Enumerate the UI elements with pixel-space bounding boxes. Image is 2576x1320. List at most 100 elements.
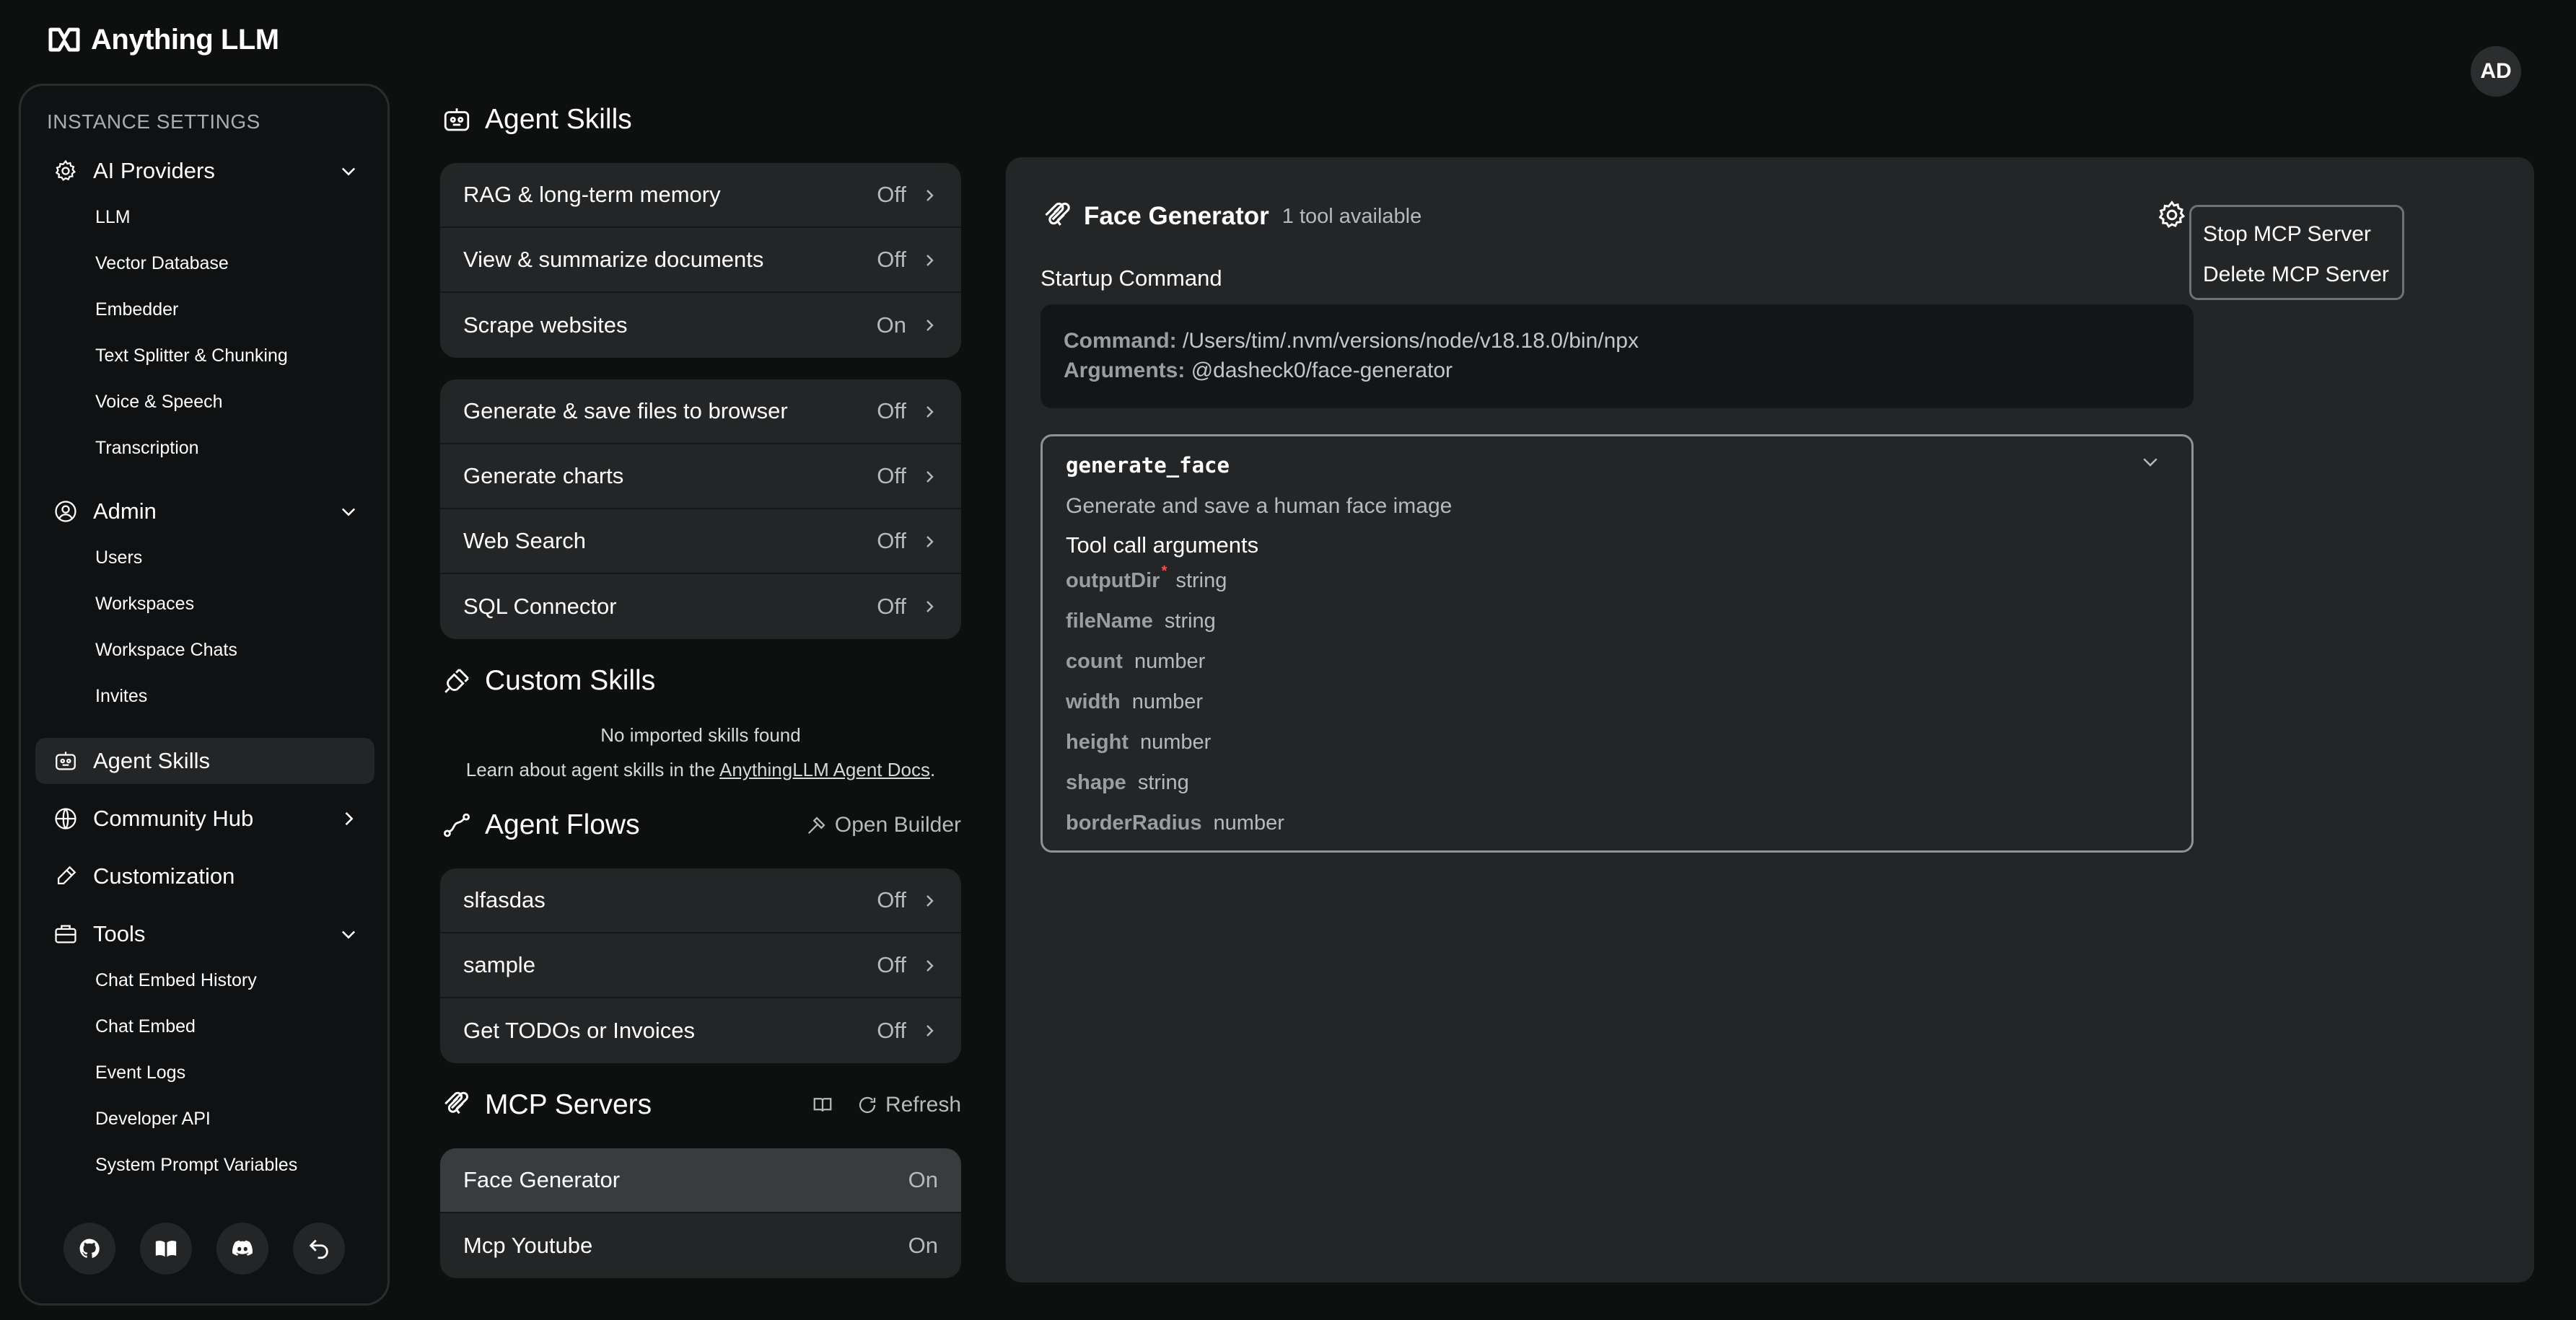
nav-tools[interactable]: Tools: [35, 911, 374, 957]
github-button[interactable]: [63, 1223, 115, 1275]
command-value: /Users/tim/.nvm/versions/node/v18.18.0/b…: [1183, 329, 1639, 353]
nav-item-developer-api[interactable]: Developer API: [95, 1096, 374, 1142]
book-icon: [155, 1241, 177, 1257]
skill-row-documents[interactable]: View & summarize documents Off: [440, 228, 961, 293]
nav-label: Admin: [93, 498, 157, 524]
nav-item-vector-database[interactable]: Vector Database: [95, 240, 374, 286]
skill-label: Scrape websites: [463, 312, 628, 338]
tool-name: generate_face: [1066, 453, 1230, 478]
mcp-row-face-generator[interactable]: Face Generator On: [440, 1148, 961, 1213]
open-builder-button[interactable]: Open Builder: [806, 813, 961, 837]
required-marker: *: [1161, 563, 1167, 579]
nav-item-embedder[interactable]: Embedder: [95, 286, 374, 333]
mcp-row-youtube[interactable]: Mcp Youtube On: [440, 1213, 961, 1278]
flow-label: sample: [463, 952, 535, 977]
docs-button[interactable]: [140, 1223, 192, 1275]
mcp-state: On: [908, 1167, 938, 1192]
skill-row-web-search[interactable]: Web Search Off: [440, 509, 961, 574]
nav-group-agent-skills: Agent Skills: [35, 738, 374, 784]
nav-item-users[interactable]: Users: [95, 534, 374, 581]
startup-command-label: Startup Command: [1041, 265, 1222, 291]
mcp-state: On: [908, 1233, 938, 1258]
tool-arg: width number: [1066, 682, 2168, 722]
skill-row-sql[interactable]: SQL Connector Off: [440, 574, 961, 639]
stop-mcp-server-button[interactable]: Stop MCP Server: [2203, 214, 2391, 255]
skill-label: Generate charts: [463, 463, 624, 488]
logo-icon: [48, 27, 80, 52]
skill-state: On: [876, 312, 906, 338]
nav-agent-skills[interactable]: Agent Skills: [35, 738, 374, 784]
mcp-actions: Refresh: [812, 1093, 961, 1117]
sidebar-footer: [21, 1223, 387, 1275]
chevron-right-icon: [345, 811, 354, 826]
skill-state: Off: [877, 247, 906, 272]
flow-label: Get TODOs or Invoices: [463, 1018, 696, 1043]
robot-icon: [53, 748, 79, 774]
delete-mcp-server-button[interactable]: Delete MCP Server: [2203, 255, 2391, 295]
skill-state: Off: [877, 398, 906, 423]
agent-skills-title: Agent Skills: [485, 104, 632, 135]
skill-row-save-files[interactable]: Generate & save files to browser Off: [440, 379, 961, 444]
arg-type: string: [1164, 609, 1216, 633]
flow-icon: [440, 809, 473, 842]
plug-icon: [440, 664, 473, 698]
nav-item-transcription[interactable]: Transcription: [95, 425, 374, 471]
nav-admin[interactable]: Admin: [35, 488, 374, 534]
flow-row-sample[interactable]: sample Off: [440, 933, 961, 998]
flow-row-todos[interactable]: Get TODOs or Invoices Off: [440, 998, 961, 1063]
nav-item-voice-speech[interactable]: Voice & Speech: [95, 379, 374, 425]
agent-docs-link[interactable]: AnythingLLM Agent Docs: [719, 759, 930, 780]
mcp-servers-card: Face Generator On Mcp Youtube On: [440, 1148, 961, 1278]
nav-item-text-splitter[interactable]: Text Splitter & Chunking: [95, 333, 374, 379]
refresh-button[interactable]: Refresh: [885, 1093, 961, 1117]
skill-row-scrape[interactable]: Scrape websites On: [440, 293, 961, 358]
skill-row-rag[interactable]: RAG & long-term memory Off: [440, 163, 961, 228]
agent-flows-title: Agent Flows: [485, 809, 640, 840]
nav-item-invites[interactable]: Invites: [95, 673, 374, 719]
brush-icon: [53, 863, 79, 889]
book-open-icon[interactable]: [812, 1094, 833, 1116]
no-skills-message: No imported skills found: [600, 724, 801, 746]
back-button[interactable]: [293, 1223, 345, 1275]
chevron-right-icon: [926, 320, 934, 331]
chevron-right-icon: [926, 960, 934, 972]
chevron-right-icon: [926, 255, 934, 266]
globe-icon: [53, 806, 79, 832]
arg-name: outputDir: [1066, 568, 1160, 592]
nav-customization[interactable]: Customization: [35, 853, 374, 899]
nav-ai-providers[interactable]: AI Providers: [35, 148, 374, 194]
skill-label: RAG & long-term memory: [463, 182, 721, 207]
chevron-down-icon: [341, 167, 356, 176]
discord-button[interactable]: [216, 1223, 268, 1275]
nav-item-chat-embed-history[interactable]: Chat Embed History: [95, 957, 374, 1003]
tool-arg: fileName string: [1066, 601, 2168, 641]
back-icon: [309, 1239, 328, 1259]
arg-type: number: [1131, 690, 1204, 713]
nav-label: Tools: [93, 921, 146, 946]
toolbox-icon: [53, 921, 79, 947]
server-name: Face Generator: [1084, 202, 1269, 230]
app-name: Anything LLM: [91, 23, 279, 56]
flow-label: slfasdas: [463, 887, 546, 912]
nav-item-event-logs[interactable]: Event Logs: [95, 1050, 374, 1096]
gear-icon[interactable]: [2156, 199, 2188, 231]
nav-item-workspaces[interactable]: Workspaces: [95, 581, 374, 627]
nav-community-hub[interactable]: Community Hub: [35, 796, 374, 842]
arg-name: width: [1066, 690, 1121, 713]
mcp-icon: [440, 1088, 473, 1122]
flow-row-slfasdas[interactable]: slfasdas Off: [440, 868, 961, 933]
nav-item-llm[interactable]: LLM: [95, 194, 374, 240]
nav-item-system-prompt-variables[interactable]: System Prompt Variables: [95, 1142, 374, 1188]
skill-row-charts[interactable]: Generate charts Off: [440, 444, 961, 509]
github-icon: [79, 1238, 100, 1258]
user-avatar[interactable]: AD: [2471, 46, 2521, 97]
nav-item-workspace-chats[interactable]: Workspace Chats: [95, 627, 374, 673]
nav-label: Agent Skills: [93, 748, 210, 773]
nav-item-chat-embed[interactable]: Chat Embed: [95, 1003, 374, 1050]
instance-settings-title: INSTANCE SETTINGS: [47, 110, 260, 133]
tool-arg: borderRadius number: [1066, 803, 2168, 843]
mcp-icon: [1045, 202, 1070, 226]
tool-card[interactable]: generate_face Generate and save a human …: [1041, 434, 2194, 853]
chevron-down-icon[interactable]: [2139, 451, 2161, 472]
chevron-right-icon: [926, 895, 934, 907]
